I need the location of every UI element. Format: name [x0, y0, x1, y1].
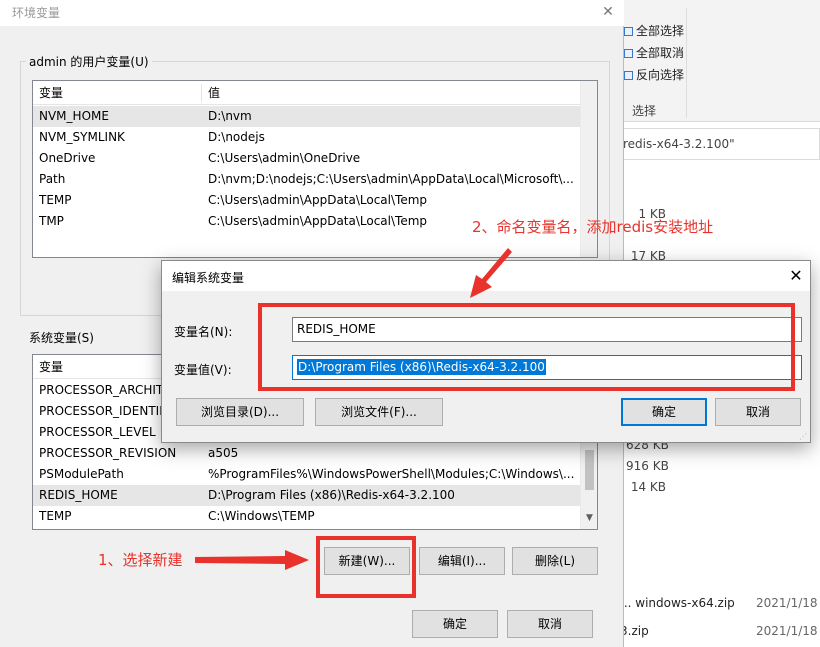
list-item[interactable]: NVM_HOME D:\nvm — [33, 106, 581, 127]
browse-directory-button[interactable]: 浏览目录(D)... — [176, 398, 304, 426]
delete-variable-button[interactable]: 删除(L) — [512, 547, 598, 575]
edit-variable-button[interactable]: 编辑(I)... — [419, 547, 505, 575]
file-name[interactable]: 3.zip — [620, 624, 649, 638]
annotation-arrow-icon — [195, 550, 309, 570]
close-icon[interactable]: ✕ — [598, 3, 618, 21]
ok-button[interactable]: 确定 — [412, 610, 498, 638]
list-item[interactable]: OneDrive C:\Users\admin\OneDrive — [33, 148, 581, 169]
checkbox-icon — [624, 49, 633, 58]
dialog-title: 编辑系统变量 — [172, 271, 245, 285]
explorer-ribbon: 全部选择 全部取消 反向选择 选择 — [620, 0, 820, 122]
annotation-step-2: 2、命名变量名，添加redis安装地址 — [472, 218, 714, 236]
ribbon-separator — [686, 8, 687, 118]
list-item[interactable]: PROCESSOR_REVISION a505 — [33, 443, 581, 464]
variable-value-label: 变量值(V): — [174, 363, 232, 377]
list-item[interactable]: PSModulePath %ProgramFiles%\WindowsPowerS… — [33, 464, 581, 485]
highlight-box-new-button — [316, 536, 416, 598]
explorer-search-path[interactable]: redis-x64-3.2.100" — [620, 128, 820, 160]
list-item[interactable]: REDIS_HOME D:\Program Files (x86)\Redis-x… — [33, 485, 581, 506]
list-header: 变量 值 — [33, 81, 581, 105]
ok-button[interactable]: 确定 — [621, 398, 707, 426]
resize-grip-icon[interactable]: ⋰ — [799, 432, 807, 441]
column-header-variable[interactable]: 变量 — [33, 81, 63, 105]
checkbox-icon — [624, 27, 633, 36]
file-size: 916 KB — [626, 459, 669, 473]
browse-file-button[interactable]: 浏览文件(F)... — [315, 398, 443, 426]
annotation-step-1: 1、选择新建 — [98, 551, 183, 569]
list-item[interactable]: NVM_SYMLINK D:\nodejs — [33, 127, 581, 148]
ribbon-group-caption: 选择 — [632, 104, 657, 118]
system-variables-label: 系统变量(S) — [26, 329, 97, 346]
annotation-arrow-icon — [470, 248, 512, 298]
scrollbar-thumb[interactable] — [585, 450, 594, 490]
ribbon-invert-selection[interactable]: 反向选择 — [624, 65, 684, 85]
file-size: 14 KB — [630, 480, 666, 494]
dialog-title: 环境变量 — [12, 6, 61, 20]
checkbox-icon — [624, 71, 633, 80]
column-header-variable[interactable]: 变量 — [33, 355, 63, 379]
dialog-titlebar: 环境变量 ✕ — [0, 0, 624, 26]
list-item[interactable]: TEMP C:\Windows\TEMP — [33, 506, 581, 527]
scroll-down-icon[interactable]: ▼ — [581, 510, 597, 527]
list-item[interactable]: Path D:\nvm;D:\nodejs;C:\Users\admin\AppD… — [33, 169, 581, 190]
file-date: 2021/1/18 — [756, 596, 818, 610]
close-icon[interactable]: ✕ — [786, 266, 806, 286]
file-date: 2021/1/18 — [756, 624, 818, 638]
list-item[interactable]: TEMP C:\Users\admin\AppData\Local\Temp — [33, 190, 581, 211]
ribbon-select-all[interactable]: 全部选择 — [624, 21, 684, 41]
cancel-button[interactable]: 取消 — [715, 398, 801, 426]
variable-name-label: 变量名(N): — [174, 325, 233, 339]
highlight-box-fields — [258, 303, 795, 391]
file-name[interactable]: ... windows-x64.zip — [620, 596, 735, 610]
user-variables-label: admin 的用户变量(U) — [26, 53, 152, 70]
column-header-value[interactable]: 值 — [202, 81, 220, 105]
ribbon-select-none[interactable]: 全部取消 — [624, 43, 684, 63]
cancel-button[interactable]: 取消 — [507, 610, 593, 638]
